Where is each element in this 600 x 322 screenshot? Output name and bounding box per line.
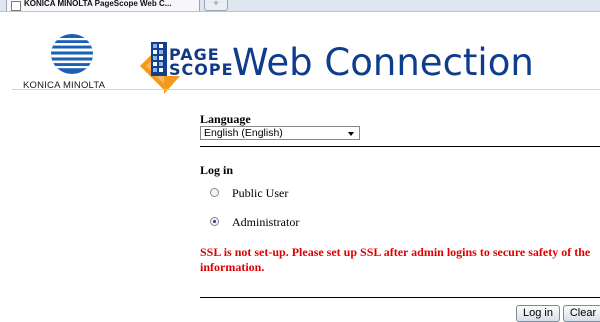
footer-divider xyxy=(200,297,600,298)
administrator-label: Administrator xyxy=(232,215,300,229)
page-header: KONICA MINOLTA PAGE SCOPE Web Connection xyxy=(0,12,600,94)
browser-tab-title: KONICA MINOLTA PageScope Web C... xyxy=(24,0,172,8)
public-user-label: Public User xyxy=(232,186,289,200)
ssl-warning-message: SSL is not set-up. Please set up SSL aft… xyxy=(200,245,591,274)
browser-tab[interactable]: KONICA MINOLTA PageScope Web C... xyxy=(6,0,200,11)
product-name-scope: SCOPE xyxy=(169,60,234,79)
language-select[interactable]: English (English) xyxy=(200,126,360,140)
clear-button[interactable]: Clear xyxy=(563,305,600,322)
public-user-radio[interactable] xyxy=(210,188,219,197)
administrator-radio[interactable] xyxy=(210,217,219,226)
konica-minolta-globe-icon xyxy=(51,34,93,74)
login-button[interactable]: Log in xyxy=(516,305,560,322)
chevron-down-icon xyxy=(348,132,354,136)
page-title: Web Connection xyxy=(232,41,534,84)
language-label: Language xyxy=(200,112,251,126)
language-selected-value: English (English) xyxy=(204,127,283,139)
new-tab-button[interactable]: + xyxy=(204,0,228,11)
section-divider xyxy=(200,146,600,147)
header-divider xyxy=(12,89,600,90)
login-label: Log in xyxy=(200,163,234,177)
browser-tab-strip: KONICA MINOLTA PageScope Web C... + xyxy=(0,0,600,12)
page-icon xyxy=(11,1,21,11)
